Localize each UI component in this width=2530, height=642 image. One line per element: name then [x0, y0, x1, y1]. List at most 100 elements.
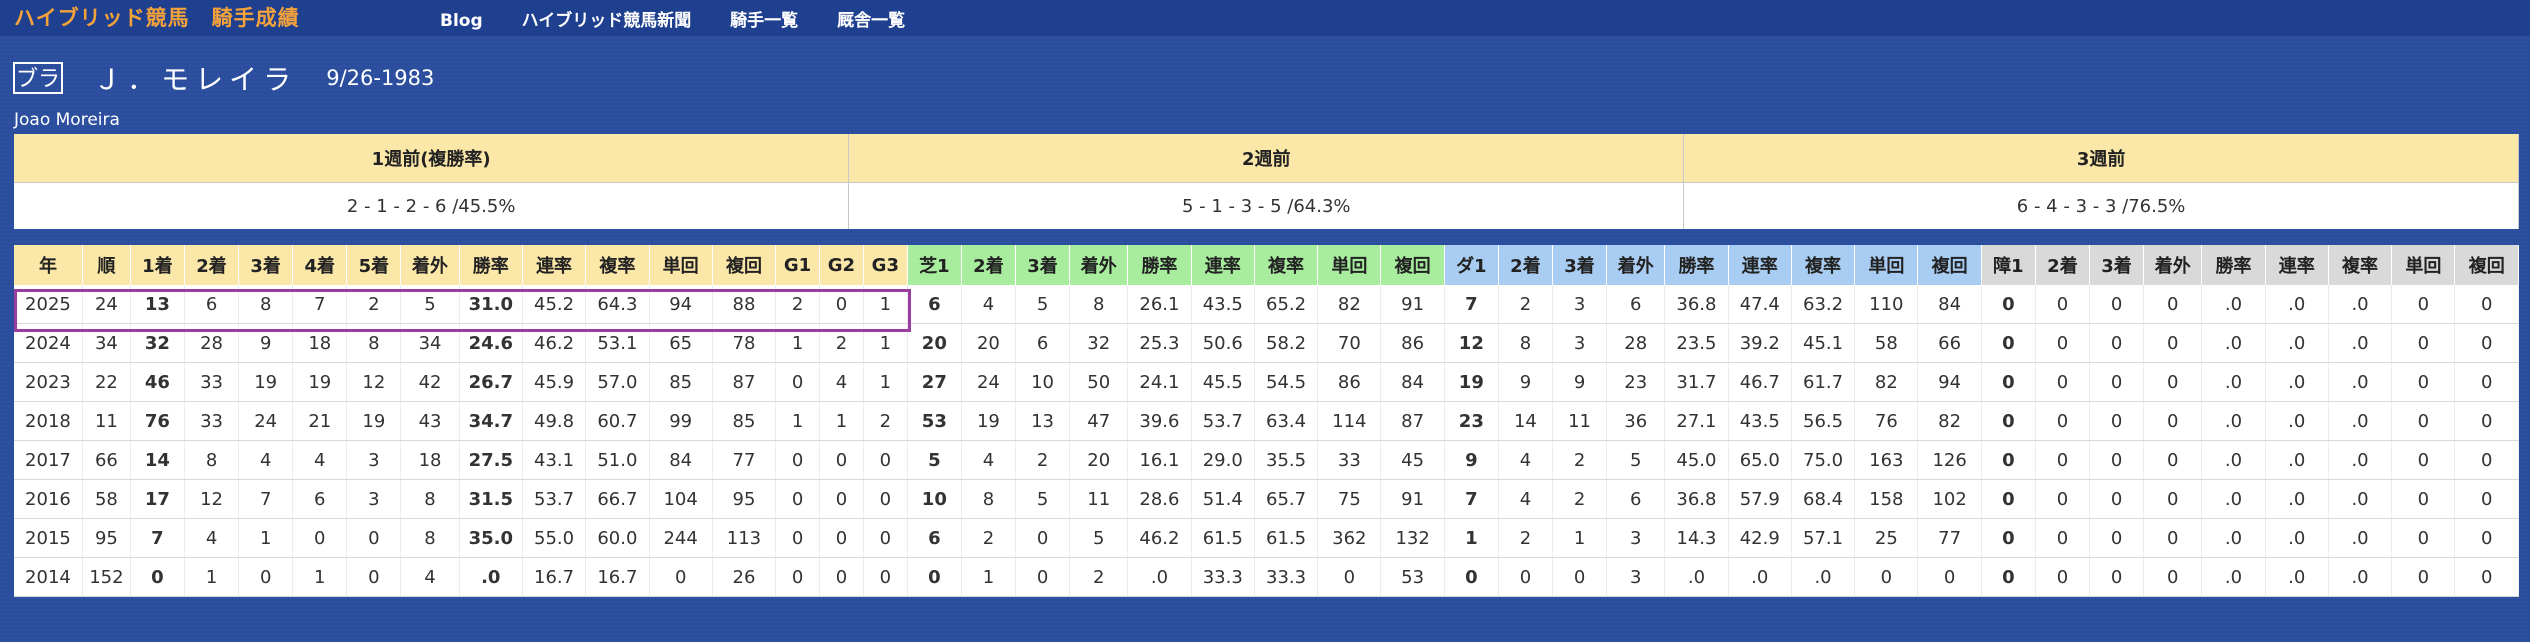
stats-cell: .0: [2265, 401, 2329, 441]
stats-cell: 49.8: [522, 401, 587, 441]
stats-cell: .0: [2265, 285, 2329, 324]
stats-cell: 0: [775, 479, 820, 519]
stats-row: 2018 11 76 33 24 21 19 43 34.7 49.8 60.7 99 85 1 1 2 53 1…: [14, 401, 2519, 441]
week-2-header: 2週前: [848, 134, 1685, 183]
nav-link-newspaper[interactable]: ハイブリッド競馬新聞: [522, 11, 692, 31]
stats-cell: 2: [1498, 285, 1554, 324]
stats-cell: 0: [2391, 479, 2456, 519]
stats-cell: 7: [130, 518, 186, 558]
stats-cell: 0: [819, 440, 864, 480]
stats-header-cell: 2着: [961, 245, 1017, 285]
stats-cell: 0: [1981, 479, 2036, 519]
stats-cell: 19: [292, 362, 348, 402]
stats-cell: 4: [961, 440, 1017, 480]
stats-cell: .0: [1791, 557, 1856, 597]
stats-cell: 45.2: [522, 285, 587, 324]
stats-cell: .0: [2328, 440, 2393, 480]
stats-cell: 2: [863, 401, 908, 441]
stats-cell: 57.0: [585, 362, 650, 402]
stats-cell: 9: [1444, 440, 1499, 480]
stats-cell: 0: [2391, 401, 2456, 441]
stats-cell: 43: [400, 401, 460, 441]
stats-cell: 5: [400, 285, 460, 324]
stats-cell: 0: [819, 518, 864, 558]
stats-cell: .0: [2328, 323, 2393, 363]
stats-cell: 19: [238, 362, 294, 402]
stats-cell: 0: [1981, 518, 2036, 558]
stats-cell: 4: [819, 362, 864, 402]
stats-header-cell: 芝1: [907, 245, 962, 285]
stats-cell: 2: [819, 323, 864, 363]
stats-cell: 0: [1015, 557, 1071, 597]
stats-cell: 10: [1015, 362, 1071, 402]
stats-cell: .0: [1664, 557, 1729, 597]
stats-cell: 0: [1981, 285, 2036, 324]
stats-cell: 84: [649, 440, 713, 480]
stats-cell: 32: [1069, 323, 1129, 363]
stats-cell: 16.1: [1127, 440, 1192, 480]
stats-cell: 29.0: [1191, 440, 1255, 480]
stats-cell: 77: [712, 440, 777, 480]
stats-cell: .0: [2328, 401, 2393, 441]
stats-cell: 4: [292, 440, 348, 480]
stats-header-cell: 複率: [1254, 245, 1319, 285]
stats-cell: 43.5: [1191, 285, 1255, 324]
nav-link-blog[interactable]: Blog: [440, 11, 483, 31]
site-title[interactable]: ハイブリッド競馬 騎手成績: [14, 2, 300, 32]
stats-header-cell: 単回: [2391, 245, 2456, 285]
stats-cell: 114: [1317, 401, 1382, 441]
stats-cell: 0: [907, 557, 962, 597]
stats-cell: 0: [1917, 557, 1982, 597]
stats-cell: 5: [1015, 479, 1071, 519]
stats-header-cell: 着外: [1069, 245, 1129, 285]
stats-cell: 66.7: [585, 479, 650, 519]
stats-cell: 8: [1498, 323, 1554, 363]
stats-cell: 4: [184, 518, 240, 558]
stats-cell: 53: [1380, 557, 1445, 597]
stats-header-cell: 着外: [1606, 245, 1666, 285]
stats-cell: 6: [907, 285, 962, 324]
stats-header-cell: 勝率: [1664, 245, 1729, 285]
stats-cell: 2024: [14, 323, 83, 363]
stats-cell: .0: [2201, 401, 2266, 441]
stats-cell: 0: [1854, 557, 1919, 597]
stats-cell: 34.7: [459, 401, 523, 441]
stats-cell: 45.9: [522, 362, 587, 402]
stats-cell: 33.3: [1191, 557, 1255, 597]
stats-cell: 0: [2454, 362, 2519, 402]
stats-cell: 4: [1498, 479, 1554, 519]
stats-cell: 86: [1317, 362, 1382, 402]
nav-link-jockey-list[interactable]: 騎手一覧: [730, 11, 798, 31]
stats-cell: 2017: [14, 440, 83, 480]
stats-row: 2025 24 13 6 8 7 2 5 31.0 45.2 64.3 94 88 2 0 1 6 4 5 8 26.1…: [14, 285, 2519, 324]
stats-cell: 18: [400, 440, 460, 480]
stats-cell: 25.3: [1127, 323, 1192, 363]
stats-row: 2023 22 46 33 19 19 12 42 26.7 45.9 57.0 85 87 0 4 1 27 2…: [14, 362, 2519, 402]
stats-cell: 0: [863, 557, 908, 597]
stats-cell: 9: [1498, 362, 1554, 402]
stats-cell: 0: [2391, 440, 2456, 480]
stats-cell: 3: [1606, 518, 1666, 558]
stats-cell: 0: [863, 518, 908, 558]
stats-header-cell: 2着: [1498, 245, 1554, 285]
stats-cell: 1: [775, 323, 820, 363]
nav-link-stable-list[interactable]: 厩舎一覧: [837, 11, 905, 31]
week-1-header: 1週前(複勝率): [14, 134, 850, 183]
stats-cell: 53.7: [1191, 401, 1255, 441]
stats-cell: 0: [1981, 323, 2036, 363]
stats-cell: 4: [400, 557, 460, 597]
stats-cell: 65.7: [1254, 479, 1319, 519]
stats-cell: 20: [961, 323, 1017, 363]
stats-cell: 104: [649, 479, 713, 519]
stats-cell: 33: [184, 362, 240, 402]
stats-cell: .0: [2265, 479, 2329, 519]
stats-cell: 26: [712, 557, 777, 597]
stats-cell: 6: [1606, 479, 1666, 519]
jockey-header: ブラ Ｊ．モレイラ 9/26-1983: [13, 58, 434, 100]
stats-cell: 0: [1981, 362, 2036, 402]
stats-cell: 4: [1498, 440, 1554, 480]
stats-cell: 51.4: [1191, 479, 1255, 519]
stats-cell: 78: [712, 323, 777, 363]
stats-cell: 24.6: [459, 323, 523, 363]
stats-cell: 3: [1552, 323, 1608, 363]
